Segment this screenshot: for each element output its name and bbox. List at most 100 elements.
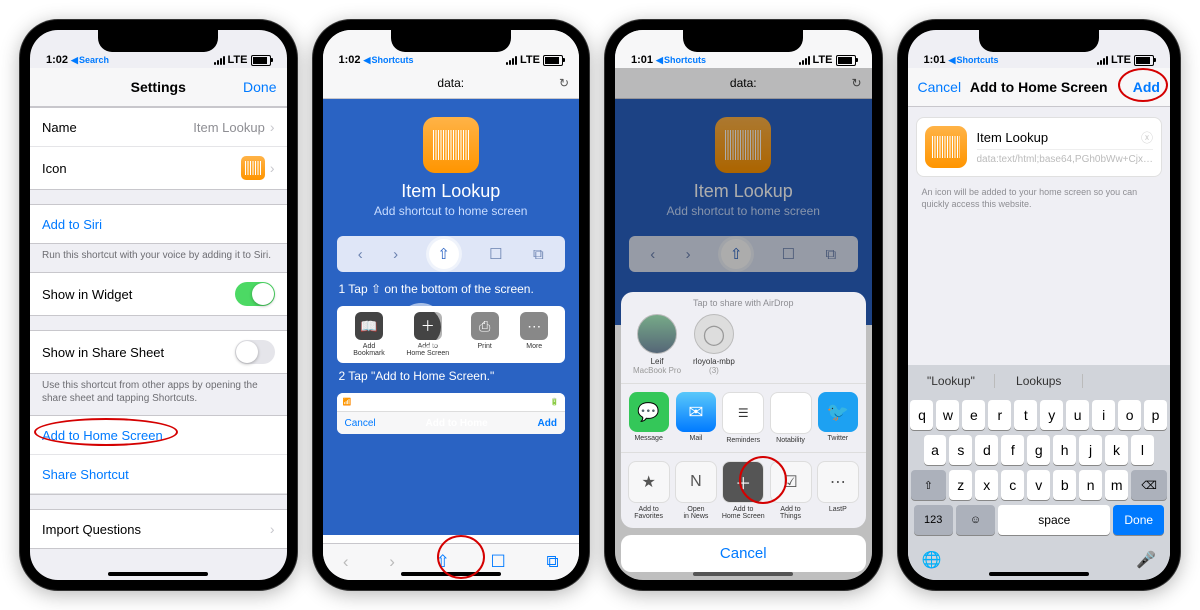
share-icon[interactable]: ⇧ bbox=[436, 552, 450, 572]
step-1: 1 Tap ⇧ on the bottom of the screen. bbox=[339, 282, 564, 296]
key-m[interactable]: m bbox=[1105, 470, 1128, 500]
done-key[interactable]: Done bbox=[1113, 505, 1164, 535]
mic-icon[interactable]: 🎤 bbox=[1136, 550, 1156, 570]
key-o[interactable]: o bbox=[1118, 400, 1141, 430]
shift-key[interactable]: ⇧ bbox=[911, 470, 947, 500]
add-to-home-screen-button[interactable]: Add to Home Screen bbox=[30, 416, 287, 455]
numbers-key[interactable]: 123 bbox=[914, 505, 953, 535]
space-key[interactable]: space bbox=[998, 505, 1110, 535]
forward-icon: › bbox=[393, 246, 398, 263]
share-sheet: Tap to share with AirDrop LeifMacBook Pr… bbox=[621, 292, 866, 528]
key-p[interactable]: p bbox=[1144, 400, 1167, 430]
key-d[interactable]: d bbox=[975, 435, 998, 465]
backspace-key[interactable]: ⌫ bbox=[1131, 470, 1167, 500]
key-r[interactable]: r bbox=[988, 400, 1011, 430]
hint-text: An icon will be added to your home scree… bbox=[908, 187, 1170, 210]
add-to-siri-button[interactable]: Add to Siri bbox=[30, 205, 287, 243]
key-w[interactable]: w bbox=[936, 400, 959, 430]
share-app-reminders[interactable]: ☰Reminders bbox=[722, 392, 765, 444]
add-favorites-action[interactable]: ★Add to Favorites bbox=[627, 461, 670, 520]
share-icon-highlight: ⇧ bbox=[429, 239, 459, 269]
key-u[interactable]: u bbox=[1066, 400, 1089, 430]
key-x[interactable]: x bbox=[975, 470, 998, 500]
show-in-share-sheet-cell[interactable]: Show in Share Sheet bbox=[30, 331, 287, 373]
share-app-message[interactable]: 💬Message bbox=[627, 392, 670, 444]
barcode-icon bbox=[423, 117, 479, 173]
share-shortcut-button[interactable]: Share Shortcut bbox=[30, 455, 287, 494]
keyboard: "Lookup" Lookups qwertyuiop asdfghjkl ⇧z… bbox=[908, 365, 1170, 580]
show-in-widget-cell[interactable]: Show in Widget bbox=[30, 273, 287, 315]
add-home-action[interactable]: ＋Add to Home Screen bbox=[722, 461, 765, 520]
forward-icon[interactable]: › bbox=[389, 552, 395, 572]
name-cell[interactable]: NameItem Lookup› bbox=[30, 108, 287, 147]
key-i[interactable]: i bbox=[1092, 400, 1115, 430]
bookmarks-icon[interactable]: ☐ bbox=[491, 552, 506, 572]
open-news-action[interactable]: NOpen in News bbox=[674, 461, 717, 520]
done-button[interactable]: Done bbox=[243, 79, 276, 95]
add-things-action[interactable]: ☑Add to Things bbox=[769, 461, 812, 520]
share-app-notability[interactable]: ✏Notability bbox=[769, 392, 812, 444]
key-n[interactable]: n bbox=[1079, 470, 1102, 500]
instruction-page: Item Lookup Add shortcut to home screen … bbox=[323, 99, 580, 535]
barcode-icon bbox=[241, 156, 265, 180]
suggestion-bar: "Lookup" Lookups bbox=[908, 365, 1170, 397]
share-sheet-toggle[interactable] bbox=[235, 340, 275, 364]
key-j[interactable]: j bbox=[1079, 435, 1102, 465]
key-b[interactable]: b bbox=[1053, 470, 1076, 500]
print-icon: ⎙ bbox=[471, 312, 499, 340]
key-k[interactable]: k bbox=[1105, 435, 1128, 465]
airdrop-contact[interactable]: LeifMacBook Pro bbox=[633, 314, 681, 375]
barcode-icon bbox=[925, 126, 967, 168]
key-a[interactable]: a bbox=[924, 435, 947, 465]
add-home-icon: ＋ bbox=[722, 461, 764, 503]
lastpass-action[interactable]: ⋯LastP bbox=[816, 461, 859, 520]
action-row: ★Add to Favorites NOpen in News ＋Add to … bbox=[621, 452, 866, 528]
key-v[interactable]: v bbox=[1027, 470, 1050, 500]
suggestion[interactable]: Lookups bbox=[995, 374, 1083, 388]
tabs-icon[interactable]: ⧉ bbox=[547, 552, 559, 572]
key-e[interactable]: e bbox=[962, 400, 985, 430]
key-s[interactable]: s bbox=[949, 435, 972, 465]
add-button[interactable]: Add bbox=[1133, 79, 1160, 95]
add-form: ⓧ data:text/html;base64,PGh0bWw+Cjx… bbox=[916, 117, 1162, 177]
back-crumb[interactable]: ◀ Shortcuts bbox=[364, 55, 414, 66]
back-icon[interactable]: ‹ bbox=[343, 552, 349, 572]
back-icon: ‹ bbox=[358, 246, 363, 263]
key-c[interactable]: c bbox=[1001, 470, 1024, 500]
key-g[interactable]: g bbox=[1027, 435, 1050, 465]
message-icon: 💬 bbox=[629, 392, 669, 432]
icon-cell[interactable]: Icon› bbox=[30, 147, 287, 189]
chevron-right-icon: › bbox=[270, 119, 275, 135]
widget-toggle[interactable] bbox=[235, 282, 275, 306]
key-l[interactable]: l bbox=[1131, 435, 1154, 465]
share-app-mail[interactable]: ✉Mail bbox=[674, 392, 717, 444]
key-z[interactable]: z bbox=[949, 470, 972, 500]
bookmarks-icon: ☐ bbox=[489, 245, 502, 263]
key-q[interactable]: q bbox=[910, 400, 933, 430]
key-h[interactable]: h bbox=[1053, 435, 1076, 465]
clear-icon[interactable]: ⓧ bbox=[1141, 129, 1153, 146]
name-input[interactable] bbox=[977, 126, 1141, 149]
share-app-twitter[interactable]: 🐦Twitter bbox=[816, 392, 859, 444]
star-icon: ★ bbox=[628, 461, 670, 503]
airdrop-contact[interactable]: ◯rloyola-mbp(3) bbox=[693, 314, 735, 375]
suggestion[interactable]: "Lookup" bbox=[908, 374, 996, 388]
key-f[interactable]: f bbox=[1001, 435, 1024, 465]
globe-icon[interactable]: 🌐 bbox=[922, 550, 942, 570]
url-bar[interactable]: data:↻ bbox=[323, 68, 580, 99]
key-t[interactable]: t bbox=[1014, 400, 1037, 430]
cancel-button[interactable]: Cancel bbox=[918, 79, 962, 95]
back-crumb[interactable]: ◀ Search bbox=[71, 55, 109, 66]
bookmark-icon: 📖 bbox=[355, 312, 383, 340]
tabs-icon: ⧉ bbox=[533, 246, 544, 263]
key-y[interactable]: y bbox=[1040, 400, 1063, 430]
emoji-key[interactable]: ☺ bbox=[956, 505, 995, 535]
news-icon: N bbox=[675, 461, 717, 503]
mini-share-sheet: 📖Add Bookmark ＋Add to Home Screen ⎙Print… bbox=[337, 306, 566, 363]
import-questions-cell[interactable]: Import Questions› bbox=[30, 510, 287, 548]
things-icon: ☑ bbox=[770, 461, 812, 503]
navbar: Cancel Add to Home Screen Add bbox=[908, 68, 1170, 107]
mail-icon: ✉ bbox=[676, 392, 716, 432]
cancel-button[interactable]: Cancel bbox=[621, 535, 866, 572]
reload-icon[interactable]: ↻ bbox=[559, 76, 569, 90]
